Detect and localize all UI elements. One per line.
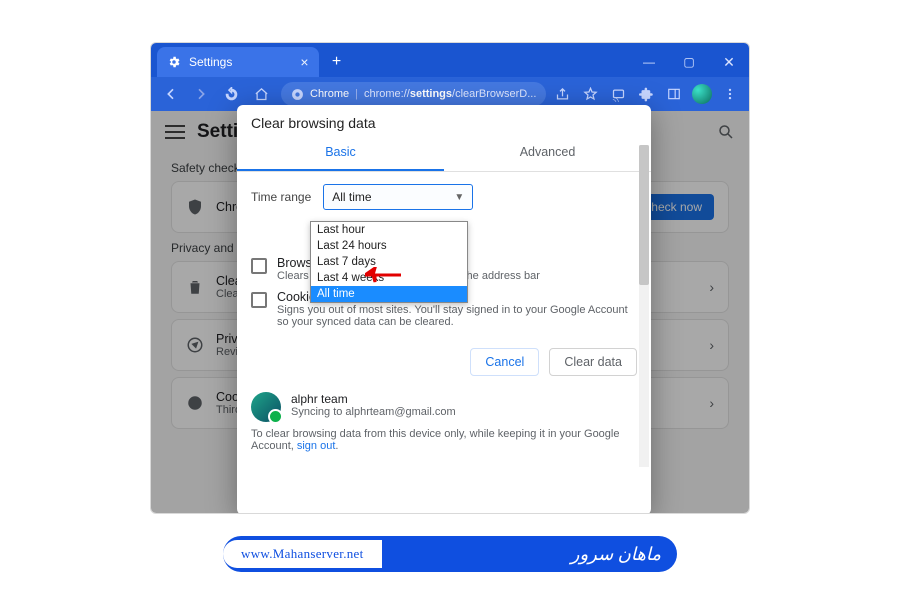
tab-basic[interactable]: Basic xyxy=(237,135,444,171)
share-icon[interactable] xyxy=(549,81,575,107)
chrome-label: Chrome xyxy=(310,88,349,100)
menu-icon[interactable] xyxy=(717,81,743,107)
browser-window: Settings × + — ▢ ✕ Chrome | chrome://set… xyxy=(150,42,750,514)
new-tab-button[interactable]: + xyxy=(325,50,349,74)
url-text: chrome://settings/clearBrowserD... xyxy=(364,88,536,100)
user-avatar xyxy=(251,392,281,422)
caret-down-icon: ▼ xyxy=(454,192,464,203)
watermark-banner: www.Mahanserver.net ماهان سرور xyxy=(223,536,677,572)
address-bar[interactable]: Chrome | chrome://settings/clearBrowserD… xyxy=(281,82,546,106)
dialog-scrollbar[interactable] xyxy=(639,145,649,467)
checkbox-cookies[interactable] xyxy=(251,292,267,308)
clear-data-button[interactable]: Clear data xyxy=(549,348,637,376)
page-content: Settings Safety check Chrome... Check no… xyxy=(151,111,749,514)
option-last-hour[interactable]: Last hour xyxy=(311,222,467,238)
scrollbar-thumb[interactable] xyxy=(639,145,649,285)
close-window-button[interactable]: ✕ xyxy=(709,47,749,77)
time-range-select[interactable]: All time ▼ xyxy=(323,184,473,210)
dialog-tabs: Basic Advanced xyxy=(237,135,651,172)
maximize-button[interactable]: ▢ xyxy=(669,47,709,77)
clear-browsing-data-dialog: Clear browsing data Basic Advanced Time … xyxy=(237,105,651,514)
tab-title: Settings xyxy=(189,55,232,69)
cancel-button[interactable]: Cancel xyxy=(470,348,539,376)
chrome-icon xyxy=(291,88,304,101)
annotation-arrow-icon xyxy=(365,267,401,283)
titlebar: Settings × + — ▢ ✕ xyxy=(151,43,749,77)
sign-out-note: To clear browsing data from this device … xyxy=(237,426,651,462)
close-tab-icon[interactable]: × xyxy=(300,54,308,70)
bookmark-star-icon[interactable] xyxy=(577,81,603,107)
option-all-time[interactable]: All time xyxy=(311,286,467,302)
back-button[interactable] xyxy=(157,80,185,108)
profile-avatar[interactable] xyxy=(689,81,715,107)
option-last-24-hours[interactable]: Last 24 hours xyxy=(311,238,467,254)
minimize-button[interactable]: — xyxy=(629,47,669,77)
gear-icon xyxy=(167,55,181,69)
time-range-dropdown: Last hour Last 24 hours Last 7 days Last… xyxy=(310,221,468,303)
window-controls: — ▢ ✕ xyxy=(629,47,749,77)
checkbox-browsing-history[interactable] xyxy=(251,258,267,274)
watermark-logo: ماهان سرور xyxy=(571,544,661,565)
watermark-url: www.Mahanserver.net xyxy=(223,540,382,568)
side-panel-icon[interactable] xyxy=(661,81,687,107)
home-button[interactable] xyxy=(247,80,275,108)
browser-tab-settings[interactable]: Settings × xyxy=(157,47,319,77)
user-sync-status: Syncing to alphrteam@gmail.com xyxy=(291,406,456,418)
forward-button[interactable] xyxy=(187,80,215,108)
sign-out-link[interactable]: sign out xyxy=(297,440,336,452)
time-range-label: Time range xyxy=(251,190,311,204)
extensions-icon[interactable] xyxy=(633,81,659,107)
tab-advanced[interactable]: Advanced xyxy=(444,135,651,171)
user-name: alphr team xyxy=(291,392,456,406)
dialog-title: Clear browsing data xyxy=(237,105,651,135)
cast-icon[interactable] xyxy=(605,81,631,107)
reload-button[interactable] xyxy=(217,80,245,108)
